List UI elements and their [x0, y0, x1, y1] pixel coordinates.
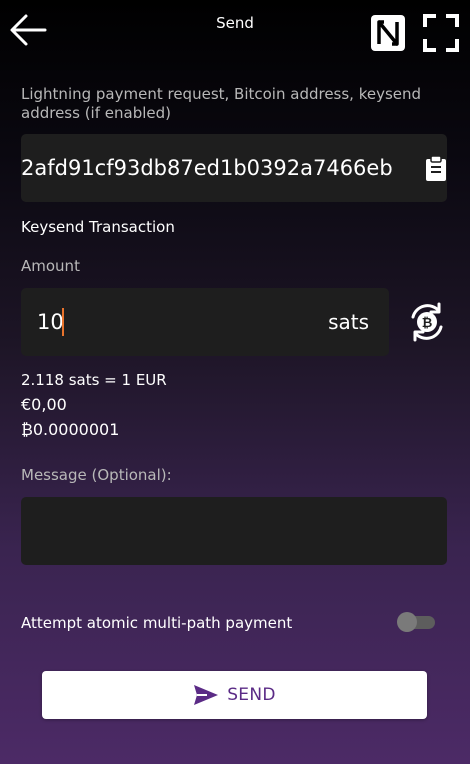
fiat-amount: €0,00: [21, 395, 67, 414]
send-icon: [194, 685, 219, 705]
amp-toggle[interactable]: [397, 612, 435, 632]
send-button-label: SEND: [227, 685, 276, 705]
amount-unit[interactable]: sats: [328, 288, 369, 356]
amount-label: Amount: [21, 257, 80, 275]
bitcoin-swap-icon: ₿: [411, 302, 443, 342]
currency-swap-button[interactable]: ₿: [405, 300, 449, 344]
destination-label: Lightning payment request, Bitcoin addre…: [21, 85, 422, 122]
clipboard-icon[interactable]: [425, 156, 447, 182]
toggle-thumb: [397, 612, 417, 632]
amp-label: Attempt atomic multi-path payment: [21, 614, 293, 632]
destination-input[interactable]: 2afd91cf93db87ed1b0392a7466eb: [21, 134, 399, 202]
scan-frame-icon: [423, 14, 459, 52]
svg-text:₿: ₿: [422, 316, 433, 331]
send-button[interactable]: SEND: [42, 671, 427, 719]
transaction-type: Keysend Transaction: [21, 218, 175, 236]
nfc-button[interactable]: [370, 14, 406, 52]
nfc-icon: [371, 15, 405, 51]
text-caret: [62, 308, 64, 336]
amount-field[interactable]: sats: [21, 288, 389, 356]
message-input[interactable]: [35, 497, 433, 565]
amount-input[interactable]: [37, 288, 237, 356]
message-label: Message (Optional):: [21, 466, 172, 484]
destination-field[interactable]: 2afd91cf93db87ed1b0392a7466eb: [21, 134, 447, 202]
btc-amount: ₿0.0000001: [21, 420, 120, 439]
exchange-rate: 2.118 sats = 1 EUR: [21, 371, 167, 389]
scan-button[interactable]: [423, 14, 459, 52]
message-field[interactable]: [21, 497, 447, 565]
